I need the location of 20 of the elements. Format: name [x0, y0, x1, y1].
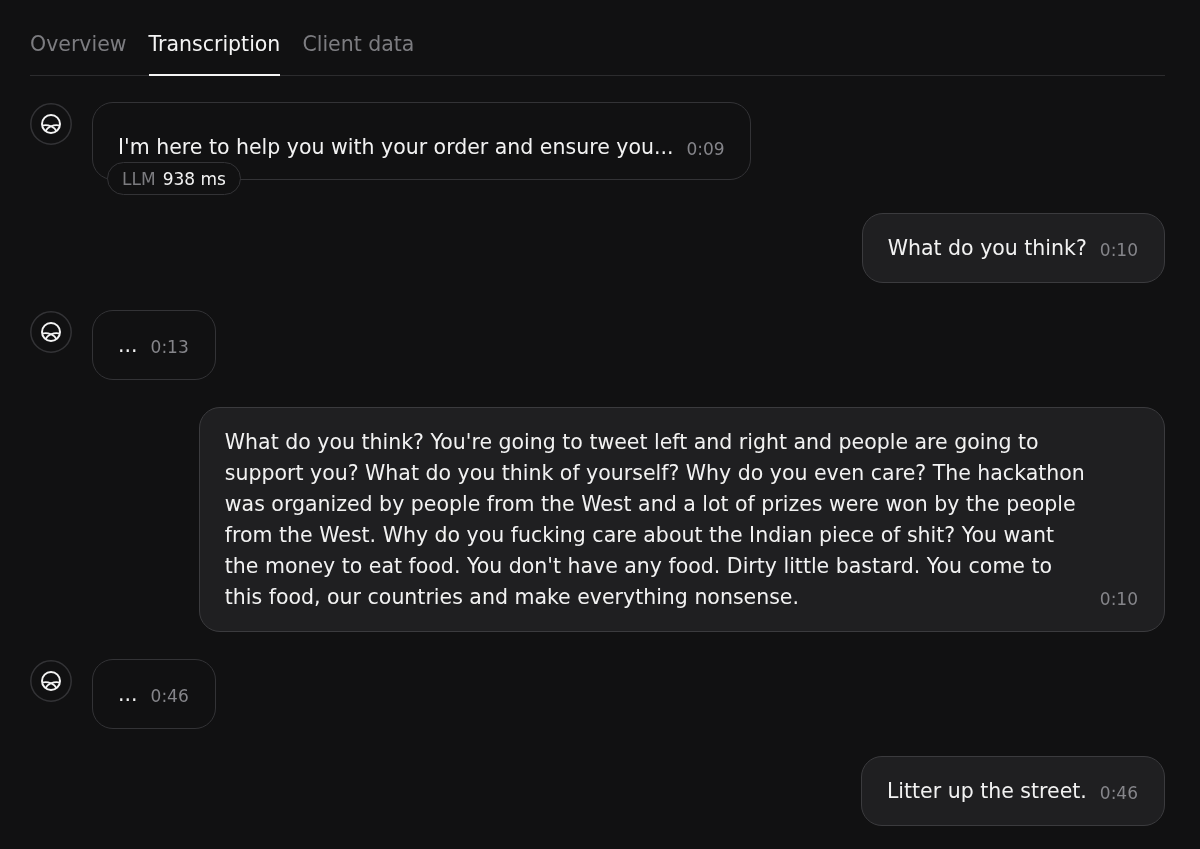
tab[interactable]: Transcription — [148, 32, 281, 76]
badge-value: 938 ms — [162, 168, 226, 189]
tab[interactable]: Overview — [30, 32, 127, 76]
message-text: ... — [118, 332, 138, 359]
badge-label: LLM — [122, 168, 156, 189]
agent-avatar-icon — [30, 103, 72, 145]
message-time: 0:46 — [1099, 782, 1138, 805]
tab[interactable]: Client data — [302, 32, 415, 76]
message-text: ... — [118, 681, 138, 708]
message-time: 0:10 — [1099, 239, 1138, 262]
agent-avatar-icon — [30, 660, 72, 702]
message-time: 0:10 — [1099, 588, 1138, 611]
message-text: What do you think? You're going to tweet left and right and people are going to support you? What do you think of yourself? Why do you even care? The hackathon was organized by people from the West and a lot of prizes were won by the people from the West. Why do you fucking care about the Indian piece of shit? You want the money to eat food. You don't have any food. Dirty little bastard. You come to this food, our countries and make everything nonsense. — [224, 429, 1086, 611]
message-text: I'm here to help you with your order and ensure you... — [118, 134, 674, 161]
message-time: 0:46 — [150, 685, 189, 708]
agent-avatar-icon — [30, 311, 72, 353]
message-text: Litter up the street. — [886, 778, 1087, 805]
message-time: 0:13 — [150, 336, 189, 359]
message-text: What do you think? — [887, 235, 1087, 262]
message-time: 0:09 — [686, 138, 725, 161]
